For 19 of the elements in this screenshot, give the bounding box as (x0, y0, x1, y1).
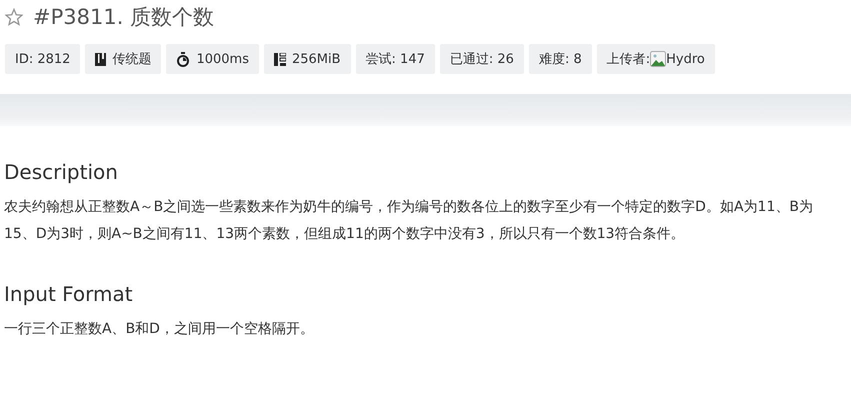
star-icon[interactable] (5, 8, 23, 26)
section-heading: Input Format (4, 282, 134, 306)
memory-icon (274, 52, 286, 66)
problem-title: #P3811. 质数个数 (33, 4, 214, 31)
stopwatch-icon (176, 52, 190, 66)
time-label: 1000ms (196, 52, 249, 66)
type-label: 传统题 (112, 51, 152, 68)
section-heading: Description (4, 160, 119, 184)
section-text: 一行三个正整数A、B和D，之间用一个空格隔开。 (4, 320, 315, 339)
info-badge: 难度: 8 (528, 44, 592, 74)
info-badge: ID: 2812 (5, 44, 80, 74)
uploader-label: 上传者: (606, 51, 650, 68)
book-icon (95, 52, 106, 66)
uploader-name: Hydro (666, 52, 705, 66)
memory-label: 256MiB (292, 52, 341, 66)
info-badge: 尝试: 147 (356, 44, 435, 74)
broken-image-icon (650, 51, 666, 67)
section-text: 农夫约翰想从正整数A～B之间选一些素数来作为奶牛的编号，作为编号的数各位上的数字至少有一个特定的数字D。如A为11、B为15、D为3时，则A~B之间有11、13两个素数，但组成11的两个数字中没有3，所以只有一个数13符合条件。 (4, 198, 814, 244)
info-badge: 已通过: 26 (440, 44, 524, 74)
